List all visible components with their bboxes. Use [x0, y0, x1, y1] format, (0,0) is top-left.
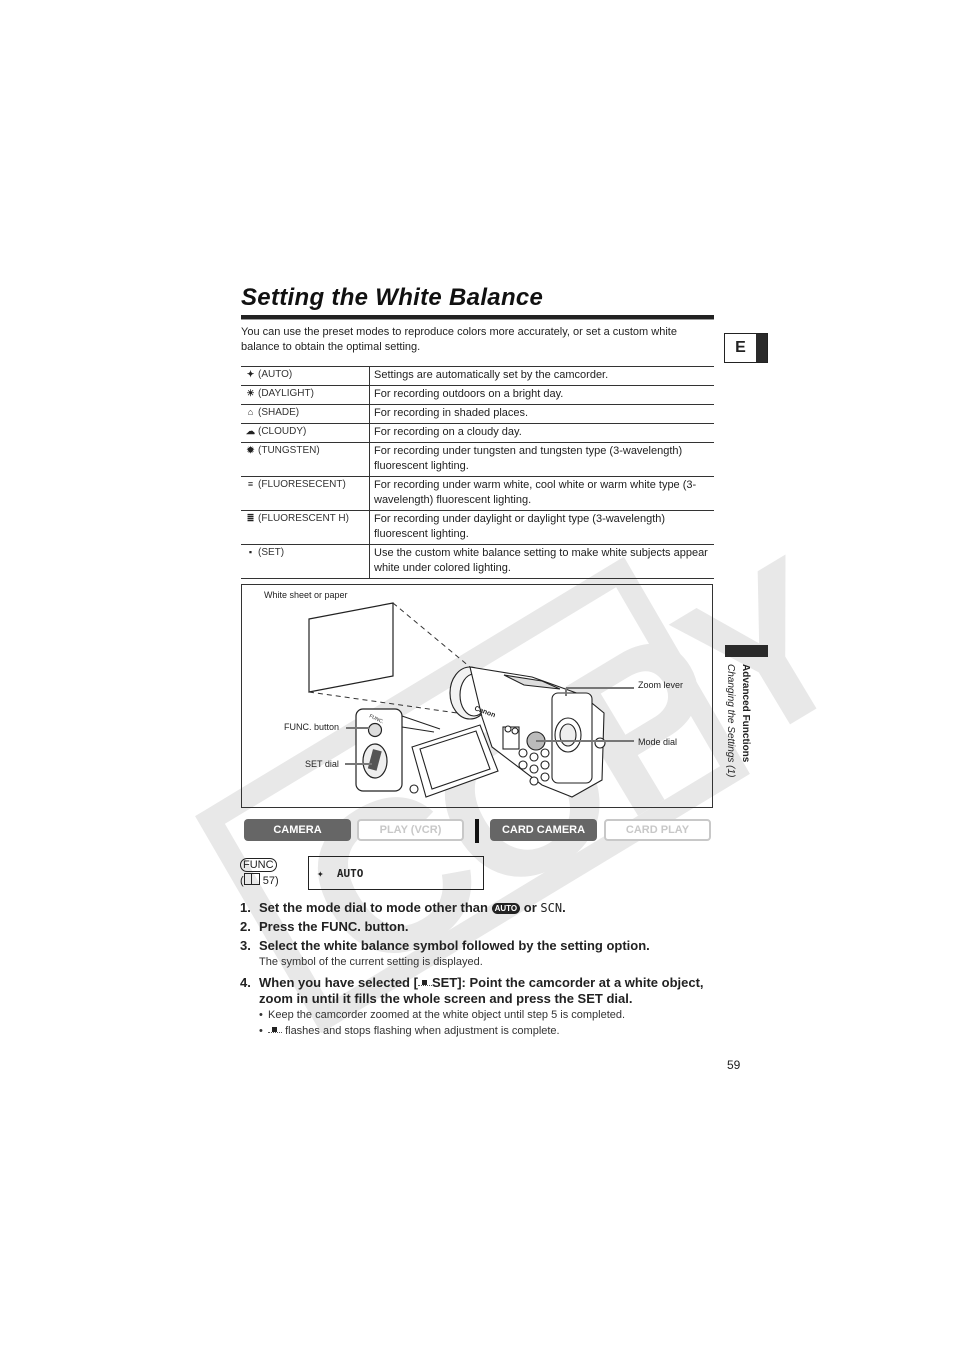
step-3-note: The symbol of the current setting is dis… [259, 956, 483, 968]
wb-description: Use the custom white balance setting to … [374, 547, 708, 574]
tungsten-icon: ✹ [246, 445, 255, 455]
page-number: 59 [727, 1058, 741, 1072]
wb-mode-label: (CLOUDY) [258, 426, 307, 437]
step-4-bullet-1: • Keep the camcorder zoomed at the white … [259, 1009, 626, 1021]
inset-pointer [401, 715, 441, 730]
wb-mode-label: (TUNGSTEN) [258, 445, 320, 456]
table-row: ☀ (DAYLIGHT) For recording outdoors on a b… [241, 385, 714, 405]
illustration-drawing: FUNC. Canon [308, 602, 634, 798]
wb-description: For recording under warm white, cool whi… [374, 479, 697, 506]
label-zoom-lever: Zoom lever [638, 680, 684, 690]
page-title: Setting the White Balance [241, 284, 544, 311]
mode-camera: CAMERA [244, 819, 351, 841]
auto-mode-icon: AUTO [491, 903, 521, 914]
wb-mode-cell: ≡ (FLUORESECENT) [241, 476, 370, 511]
cloudy-icon: ☁ [246, 426, 255, 436]
func-badge: FUNC [240, 858, 277, 872]
mode-card-play: CARD PLAY [604, 819, 711, 841]
mode-separator [475, 819, 479, 843]
scn-mode-icon: SCN [540, 901, 563, 915]
mode-play-vcr: PLAY (VCR) [357, 819, 464, 841]
wb-mode-cell: ✹ (TUNGSTEN) [241, 442, 370, 477]
step-2: 2. Press the FUNC. button. [240, 919, 409, 934]
func-reference: FUNC ( 57) [240, 858, 279, 887]
section-title: Advanced Functions [740, 664, 751, 763]
wb-mode-label: (SHADE) [258, 407, 300, 418]
wb-description: For recording outdoors on a bright day. [374, 388, 564, 400]
awb-icon: ✦ [317, 867, 324, 880]
camcorder-illustration: FUNC. Canon White sheet or paper FUNC. b… [241, 584, 713, 808]
table-row: ☁ (CLOUDY) For recording on a cloudy day. [241, 423, 714, 443]
white-sheet-shape [308, 602, 394, 693]
section-subtitle: Changing the Settings (1) [725, 664, 736, 778]
wb-mode-label: (FLUORESECENT) [258, 479, 346, 490]
table-row: ≡ (FLUORESECENT) For recording under warm … [241, 476, 714, 511]
white-balance-table: ✦ (AUTO) Settings are automatically set by… [241, 366, 714, 579]
wb-mode-cell: ☀ (DAYLIGHT) [241, 385, 370, 405]
fluorescent-h-icon: ≣ [246, 513, 255, 523]
awb-icon: ✦ [246, 369, 255, 379]
mode-card-camera: CARD CAMERA [490, 819, 597, 841]
table-row: ▪ (SET) Use the custom white balance setti… [241, 544, 714, 579]
fluorescent-icon: ≡ [247, 479, 254, 489]
camcorder-body [409, 666, 606, 798]
wb-mode-label: (SET) [258, 547, 285, 558]
custom-set-icon [268, 1026, 282, 1034]
book-icon [243, 873, 260, 885]
page-reference: 57 [262, 875, 275, 887]
sight-line-top [392, 602, 471, 668]
wb-mode-cell: ▪ (SET) [241, 544, 370, 579]
wb-description: For recording in shaded places. [374, 407, 529, 419]
table-row: ✦ (AUTO) Settings are automatically set by… [241, 366, 714, 386]
wb-description: For recording under daylight or daylight… [374, 513, 666, 540]
table-row: ⌂ (SHADE) For recording in shaded places. [241, 404, 714, 424]
custom-set-icon [417, 979, 432, 987]
step-4-bullet-2: • flashes and stops flashing when adjust… [259, 1025, 560, 1037]
table-row: ✹ (TUNGSTEN) For recording under tungsten … [241, 442, 714, 477]
wb-mode-label: (DAYLIGHT) [258, 388, 314, 399]
func-button-shape [367, 722, 383, 738]
section-tab-bar [725, 645, 768, 657]
wb-mode-cell: ✦ (AUTO) [241, 366, 370, 386]
shade-icon: ⌂ [247, 407, 254, 417]
language-tab-bar [756, 334, 767, 362]
step-3: 3. Select the white balance symbol follo… [240, 938, 650, 953]
language-letter: E [735, 339, 746, 356]
table-row: ≣ (FLUORESCENT H) For recording under dayl… [241, 510, 714, 545]
wb-description: Settings are automatically set by the ca… [374, 369, 609, 381]
menu-display-box: ✦ AUTO [308, 856, 484, 890]
label-func-button: FUNC. button [284, 722, 340, 732]
step-4: 4. When you have selected [SET]: Point t… [240, 975, 704, 1006]
wb-mode-cell: ≣ (FLUORESCENT H) [241, 510, 370, 545]
custom-set-icon: ▪ [248, 547, 253, 557]
wb-mode-label: (AUTO) [258, 369, 293, 380]
section-label: Advanced Functions Changing the Settings… [722, 664, 754, 804]
menu-display: ✦ AUTO [317, 867, 364, 880]
daylight-icon: ☀ [246, 388, 255, 398]
label-white-sheet: White sheet or paper [264, 590, 348, 600]
wb-description: For recording on a cloudy day. [374, 426, 522, 438]
wb-description: For recording under tungsten and tungste… [374, 445, 683, 472]
title-rule [241, 315, 714, 320]
label-mode-dial: Mode dial [638, 737, 678, 747]
language-tab: E [724, 333, 768, 363]
wb-mode-label: (FLUORESCENT H) [258, 513, 349, 524]
wb-mode-cell: ⌂ (SHADE) [241, 404, 370, 424]
step-1: 1. Set the mode dial to mode other than … [240, 900, 566, 915]
wb-mode-cell: ☁ (CLOUDY) [241, 423, 370, 443]
label-set-dial: SET dial [305, 759, 339, 769]
intro-paragraph: You can use the preset modes to reproduc… [241, 326, 677, 353]
